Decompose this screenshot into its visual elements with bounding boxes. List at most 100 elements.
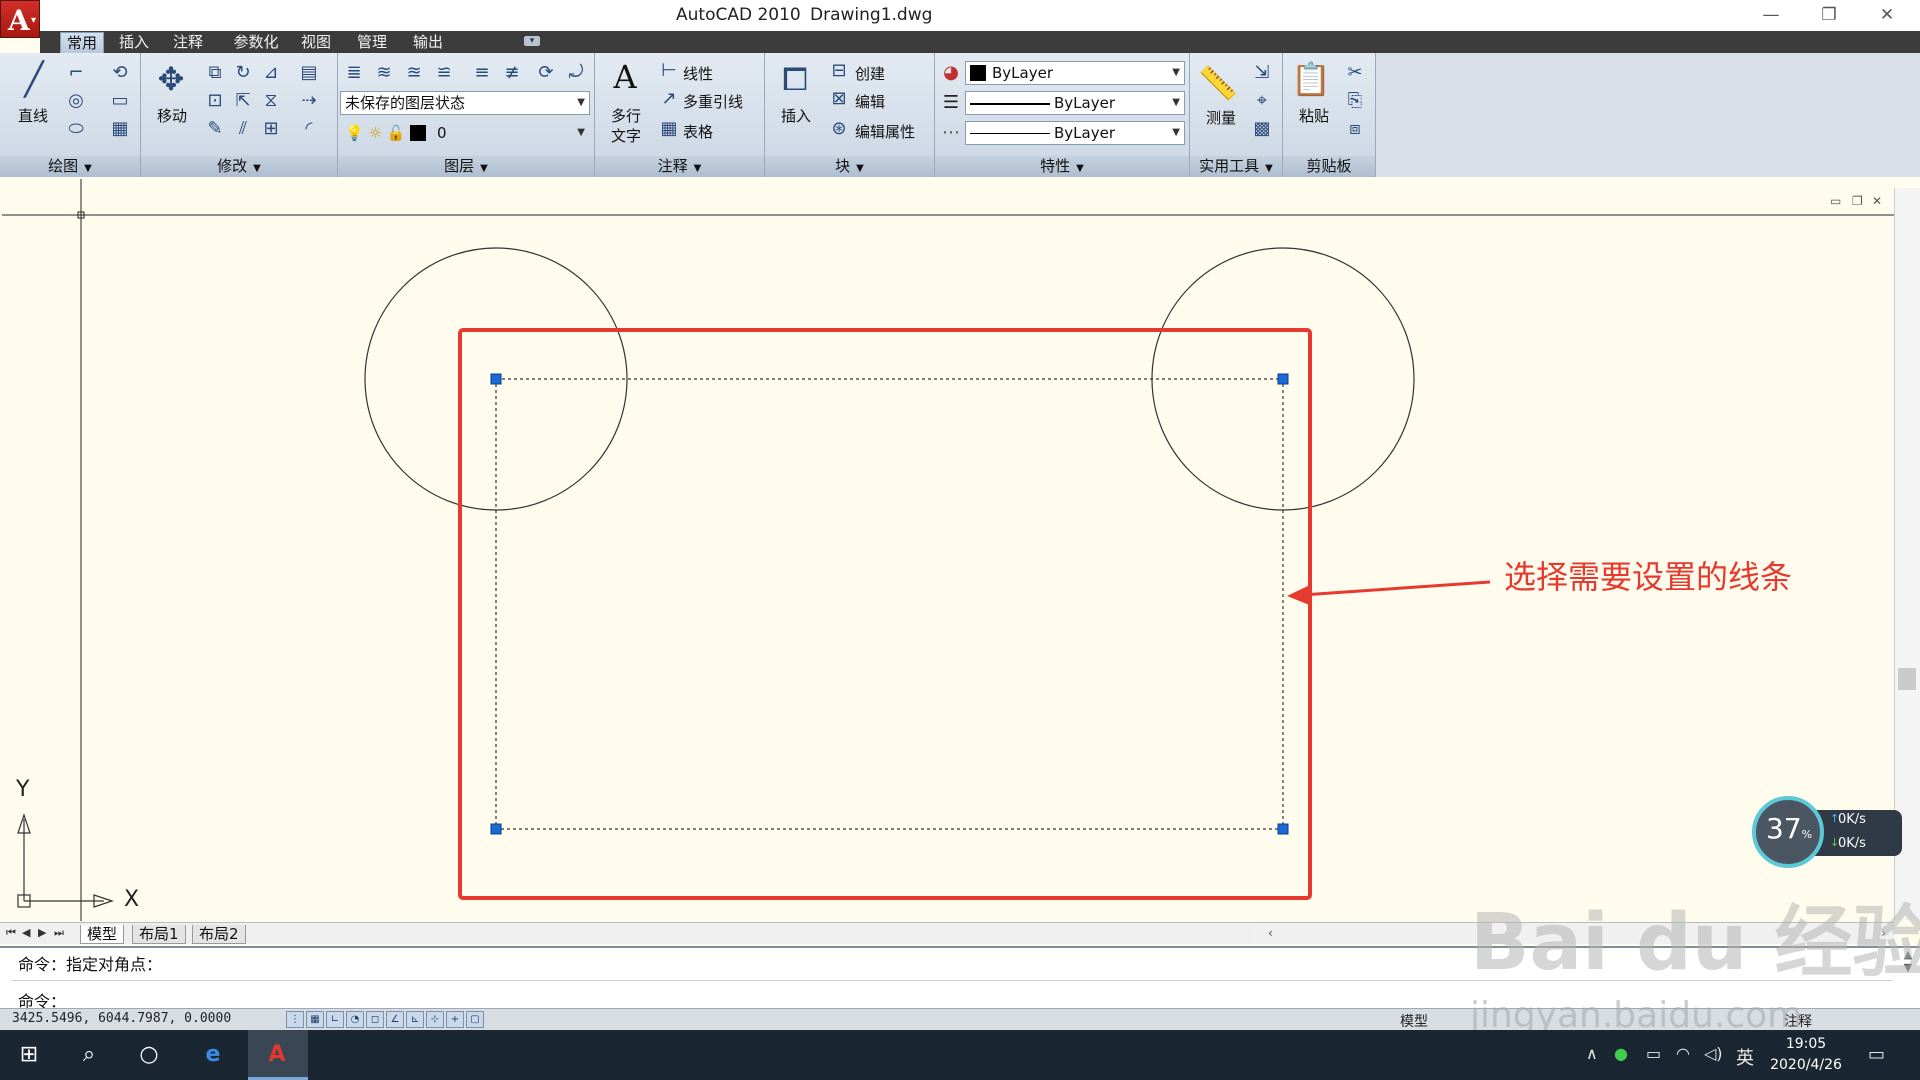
layer-properties-icon[interactable]: ≣ (342, 61, 366, 85)
multileader-icon[interactable]: ↗ (657, 87, 681, 111)
layer-state-dropdown[interactable]: 未保存的图层状态 ▼ (340, 91, 590, 115)
tab-layout2[interactable]: 布局2 (192, 925, 246, 944)
linetype-icon[interactable]: ☰ (939, 91, 963, 115)
prev-tab-icon[interactable]: ◀ (22, 926, 30, 939)
insert-block-icon[interactable]: ⧠ (775, 59, 815, 99)
object-snap-icon[interactable]: ◻ (366, 1011, 384, 1028)
dynamic-input-icon[interactable]: ⊹ (426, 1011, 444, 1028)
scroll-left-icon[interactable]: ‹ (1268, 926, 1273, 940)
edit-attribute-icon[interactable]: ⊛ (827, 117, 851, 141)
panel-properties-title[interactable]: 特性 ▼ (935, 156, 1189, 177)
search-icon[interactable]: ⌕ (72, 1038, 106, 1072)
battery-icon[interactable]: ▭ (1646, 1044, 1661, 1063)
lineweight-dropdown[interactable]: ByLayer ▼ (965, 121, 1185, 145)
tab-model[interactable]: 模型 (80, 925, 125, 944)
copy-icon[interactable]: ⧉ (203, 61, 227, 85)
snap-mode-icon[interactable]: ⋮ (286, 1011, 304, 1028)
table-icon[interactable]: ▦ (657, 117, 681, 141)
offset-icon[interactable]: ⫽ (231, 117, 255, 141)
layer-off-icon[interactable]: ≢ (500, 61, 524, 85)
scale-icon[interactable]: ⊡ (203, 89, 227, 113)
cortana-icon[interactable]: ○ (132, 1038, 166, 1072)
edit-block-icon[interactable]: ⊠ (827, 87, 851, 111)
taskbar-clock[interactable]: 19:05 2020/4/26 (1766, 1034, 1846, 1076)
layer-state-icon[interactable]: ≋ (372, 61, 396, 85)
lineweight-icon[interactable]: ⋯ (939, 121, 963, 145)
point-id-icon[interactable]: ⌖ (1250, 89, 1274, 113)
wifi-icon[interactable]: ◠ (1676, 1044, 1690, 1063)
viewport-restore-icon[interactable]: ❐ (1852, 194, 1863, 208)
extend-icon[interactable]: ⇢ (297, 89, 321, 113)
layer-match-icon[interactable]: ≡ (470, 61, 494, 85)
panel-layers-title[interactable]: 图层 ▼ (338, 156, 594, 177)
polar-tracking-icon[interactable]: ◔ (346, 1011, 364, 1028)
next-tab-icon[interactable]: ▶ (38, 926, 46, 939)
windows-start-icon[interactable]: ⊞ (12, 1038, 46, 1072)
notification-icon[interactable]: ▭ (1868, 1044, 1885, 1065)
color-wheel-icon[interactable]: ◕ (939, 61, 963, 85)
tab-output[interactable]: 输出 (406, 32, 450, 53)
explode-icon[interactable]: ⊞ (259, 117, 283, 141)
rotate-arrow-icon[interactable]: ⟲ (108, 61, 132, 85)
linetype-dropdown[interactable]: ByLayer ▼ (965, 91, 1185, 115)
application-menu-button[interactable]: A ▾ (0, 0, 40, 38)
model-space-label[interactable]: 模型 (1400, 1011, 1428, 1031)
network-speed-widget[interactable]: 37% ↑ 0K/s ↓ 0K/s (1752, 796, 1904, 868)
copy-clip-icon[interactable]: ⎘ (1343, 89, 1367, 113)
mirror-icon[interactable]: ⧖ (259, 89, 283, 113)
multiline-text-icon[interactable]: A (605, 57, 645, 97)
move-icon[interactable]: ✥ (151, 59, 191, 99)
panel-block-title[interactable]: 块 ▼ (765, 156, 934, 177)
ime-indicator[interactable]: 英 (1736, 1044, 1754, 1070)
match-properties-icon[interactable]: ⧈ (1343, 117, 1367, 141)
tray-chevron-up-icon[interactable]: ∧ (1586, 1044, 1598, 1063)
tab-layout1[interactable]: 布局1 (132, 925, 186, 944)
volume-icon[interactable]: ◁) (1704, 1044, 1723, 1063)
edit-block-label[interactable]: 编辑 (855, 91, 885, 112)
linear-dimension-icon[interactable]: ⊢ (657, 59, 681, 83)
object-snap-tracking-icon[interactable]: ∠ (386, 1011, 404, 1028)
close-button[interactable]: ✕ (1858, 0, 1916, 30)
ribbon-minimize-toggle[interactable]: ▾ (524, 36, 540, 46)
minimize-button[interactable]: — (1742, 0, 1800, 30)
tab-insert[interactable]: 插入 (112, 32, 156, 53)
first-tab-icon[interactable]: ⏮ (6, 926, 16, 940)
tab-annotate[interactable]: 注释 (166, 32, 210, 53)
vertical-scrollbar-thumb[interactable] (1898, 668, 1916, 690)
create-block-label[interactable]: 创建 (855, 63, 885, 84)
circle-icon[interactable]: ◎ (64, 89, 88, 113)
autocad-taskbar-icon[interactable]: A (260, 1038, 294, 1072)
layer-freeze-icon[interactable]: ≌ (432, 61, 456, 85)
wechat-icon[interactable]: ● (1614, 1044, 1628, 1063)
grid-display-icon[interactable]: ▦ (306, 1011, 324, 1028)
dynamic-ucs-icon[interactable]: ⊾ (406, 1011, 424, 1028)
tab-manage[interactable]: 管理 (350, 32, 394, 53)
multileader-label[interactable]: 多重引线 (683, 91, 743, 112)
fillet-icon[interactable]: ◜ (297, 117, 321, 141)
layer-walk-icon[interactable]: ⟳ (534, 61, 558, 85)
array-icon[interactable]: ▤ (297, 61, 321, 85)
panel-modify-title[interactable]: 修改 ▼ (141, 156, 337, 177)
color-dropdown[interactable]: ByLayer ▼ (965, 61, 1185, 85)
tab-parametric[interactable]: 参数化 (226, 32, 286, 53)
tab-home[interactable]: 常用 (60, 32, 104, 53)
edit-attribute-label[interactable]: 编辑属性 (855, 121, 915, 142)
ortho-mode-icon[interactable]: ∟ (326, 1011, 344, 1028)
panel-draw-title[interactable]: 绘图 ▼ (0, 156, 140, 177)
layer-isolate-icon[interactable]: ≊ (402, 61, 426, 85)
measure-icon[interactable]: 📏 (1198, 63, 1238, 103)
hatch-icon[interactable]: ▦ (108, 117, 132, 141)
linear-dimension-label[interactable]: 线性 (683, 63, 713, 84)
viewport-minimize-icon[interactable]: ▭ (1830, 194, 1841, 208)
erase-icon[interactable]: ✎ (203, 117, 227, 141)
table-label[interactable]: 表格 (683, 121, 713, 142)
layer-merge-icon[interactable]: ⤾ (564, 61, 588, 85)
last-tab-icon[interactable]: ⏭ (54, 926, 64, 940)
viewport-close-icon[interactable]: ✕ (1872, 194, 1882, 208)
paste-icon[interactable]: 📋 (1291, 59, 1331, 99)
polyline-icon[interactable]: ⌐ (64, 61, 88, 85)
calculator-icon[interactable]: ▩ (1250, 117, 1274, 141)
quick-properties-icon[interactable]: ▢ (466, 1011, 484, 1028)
lineweight-toggle-icon[interactable]: + (446, 1011, 464, 1028)
edge-browser-icon[interactable]: e (196, 1038, 230, 1072)
